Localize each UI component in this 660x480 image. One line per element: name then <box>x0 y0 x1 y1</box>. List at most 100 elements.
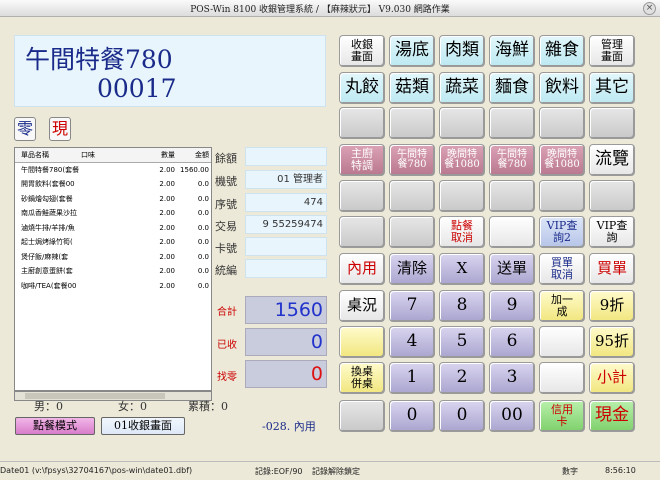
multiply-key[interactable]: X <box>439 253 485 285</box>
table-status-key[interactable]: 桌況 <box>339 290 385 322</box>
cashier-screen-key[interactable]: 收銀 畫面 <box>339 35 385 67</box>
col-qty: 數量 <box>161 151 175 159</box>
vip-query-key[interactable]: VIP查 詢 <box>589 216 635 248</box>
blank-key[interactable] <box>489 216 535 248</box>
item-qty-cell: 2.00 <box>159 238 175 246</box>
clear-key[interactable]: 清除 <box>389 253 435 285</box>
vip-query-2-key[interactable]: VIP查 詢2 <box>539 216 585 248</box>
digit-8-key[interactable]: 8 <box>439 290 485 322</box>
blank-key[interactable] <box>439 107 485 139</box>
digit-4-key[interactable]: 4 <box>389 326 435 358</box>
item-flavor-cell <box>81 192 141 207</box>
table-row[interactable]: 煲仔飯/麻辣(套 2.00 0.0 <box>15 250 211 265</box>
checkout-key[interactable]: 買單 <box>589 253 635 285</box>
item-qty-cell: 2.00 <box>159 252 175 261</box>
zero-button[interactable]: 零 <box>14 117 36 141</box>
soup-base-key[interactable]: 湯底 <box>389 35 435 67</box>
subtotal-key[interactable]: 小計 <box>589 362 635 394</box>
cancel-checkout-key[interactable]: 買單 取消 <box>539 253 585 285</box>
discount-90-key[interactable]: 9折 <box>589 290 635 322</box>
digit-00-key[interactable]: 00 <box>489 400 535 432</box>
table-row[interactable]: 起士焗烤綠竹筍(2.00 0.0 <box>15 235 211 250</box>
close-icon[interactable]: × <box>643 2 656 15</box>
digit-1-key[interactable]: 1 <box>389 362 435 394</box>
blank-key[interactable] <box>489 107 535 139</box>
blank-key[interactable] <box>589 180 635 212</box>
male-count: 男：0 <box>34 400 63 413</box>
add-ten-percent-key[interactable]: 加一 成 <box>539 290 585 322</box>
table-row[interactable]: 咖啡/TEA(套餐00 2.00 0.0 <box>15 279 211 294</box>
digit-0-key[interactable]: 0 <box>389 400 435 432</box>
change-merge-table-key[interactable]: 換桌 併桌 <box>339 362 385 394</box>
browse-key[interactable]: 流覽 <box>589 144 635 176</box>
chef-special-key[interactable]: 主廚 特調 <box>339 144 385 176</box>
discount-95-key[interactable]: 95折 <box>589 326 635 358</box>
digit-0-key-2[interactable]: 0 <box>439 400 485 432</box>
digit-5-key[interactable]: 5 <box>439 326 485 358</box>
seafood-key[interactable]: 海鮮 <box>489 35 535 67</box>
item-amount-cell: 0.0 <box>197 180 209 188</box>
digit-3-key[interactable]: 3 <box>489 362 535 394</box>
misc-food-key[interactable]: 雜食 <box>539 35 585 67</box>
digit-9-key[interactable]: 9 <box>489 290 535 322</box>
item-amount-cell: 0.0 <box>197 267 209 275</box>
blank-key[interactable] <box>489 180 535 212</box>
blank-key[interactable] <box>589 107 635 139</box>
digit-2-key[interactable]: 2 <box>439 362 485 394</box>
table-row[interactable]: 砂鍋燴勾翅(套餐 2.00 0.0 <box>15 192 211 207</box>
field-value <box>245 259 327 278</box>
mushroom-key[interactable]: 菇類 <box>389 72 435 104</box>
item-name-cell: 咖啡/TEA(套餐00 <box>21 281 77 290</box>
noodle-key[interactable]: 麵食 <box>489 72 535 104</box>
blank-key[interactable] <box>339 400 385 432</box>
blank-key[interactable] <box>339 180 385 212</box>
blank-key[interactable] <box>539 107 585 139</box>
cash-key[interactable]: 現金 <box>589 400 635 432</box>
vegetable-key[interactable]: 蔬菜 <box>439 72 485 104</box>
beverage-key[interactable]: 飲料 <box>539 72 585 104</box>
table-row[interactable]: 滷燒牛排/羊排/魚 2.00 0.0 <box>15 221 211 236</box>
blank-key[interactable] <box>339 216 385 248</box>
lunch-set-780-key-2[interactable]: 午間特 餐780 <box>489 144 535 176</box>
dinner-set-1080-key-2[interactable]: 晚間特 餐1080 <box>539 144 585 176</box>
credit-card-key[interactable]: 信用 卡 <box>539 400 585 432</box>
table-dine-in: -028. 內用 <box>262 420 316 433</box>
accumulated-count: 累積：0 <box>188 400 228 413</box>
order-mode-button[interactable]: 點餐模式 <box>15 417 95 435</box>
dumpling-key[interactable]: 丸餃 <box>339 72 385 104</box>
manage-screen-key[interactable]: 管理 畫面 <box>589 35 635 67</box>
lunch-set-780-key[interactable]: 午間特 餐780 <box>389 144 435 176</box>
table-row[interactable]: 南瓜香鮭蔬果沙拉 2.00 0.0 <box>15 206 211 221</box>
table-row[interactable]: 主廚創意蛋餅(套 2.00 0.0 <box>15 264 211 279</box>
blank-key[interactable] <box>339 326 385 358</box>
blank-key[interactable] <box>539 362 585 394</box>
digit-6-key[interactable]: 6 <box>489 326 535 358</box>
blank-key[interactable] <box>389 180 435 212</box>
item-name-cell: 煲仔飯/麻辣(套 <box>21 252 69 261</box>
cashier-screen-button[interactable]: 01收銀畫面 <box>101 417 185 435</box>
item-flavor-cell <box>81 264 141 279</box>
dinner-set-1080-key[interactable]: 晚間特 餐1080 <box>439 144 485 176</box>
blank-key[interactable] <box>539 326 585 358</box>
table-row[interactable]: 午間特餐780(套餐 2.00 1560.00 <box>15 163 211 178</box>
dine-in-key[interactable]: 內用 <box>339 253 385 285</box>
item-name-cell: 主廚創意蛋餅(套 <box>21 267 73 275</box>
blank-key[interactable] <box>439 180 485 212</box>
blank-key[interactable] <box>389 107 435 139</box>
digit-7-key[interactable]: 7 <box>389 290 435 322</box>
blank-key[interactable] <box>539 180 585 212</box>
other-key[interactable]: 其它 <box>589 72 635 104</box>
blank-key[interactable] <box>339 107 385 139</box>
cancel-order-key[interactable]: 點餐 取消 <box>439 216 485 248</box>
status-bar: Date01 (v:\fpsys\32704167\pos-win\date01… <box>0 461 660 480</box>
blank-key[interactable] <box>389 216 435 248</box>
table-row[interactable]: 開胃飲料(套餐00 2.00 0.0 <box>15 177 211 192</box>
item-display: 午間特餐780 00017 <box>14 35 326 107</box>
field-value <box>245 147 327 166</box>
item-name-cell: 午間特餐780(套餐 <box>21 165 80 174</box>
cash-button[interactable]: 現 <box>49 117 71 141</box>
display-item-name: 午間特餐780 <box>25 45 173 74</box>
meat-key[interactable]: 肉類 <box>439 35 485 67</box>
send-order-key[interactable]: 送單 <box>489 253 535 285</box>
item-flavor-cell <box>81 206 141 221</box>
